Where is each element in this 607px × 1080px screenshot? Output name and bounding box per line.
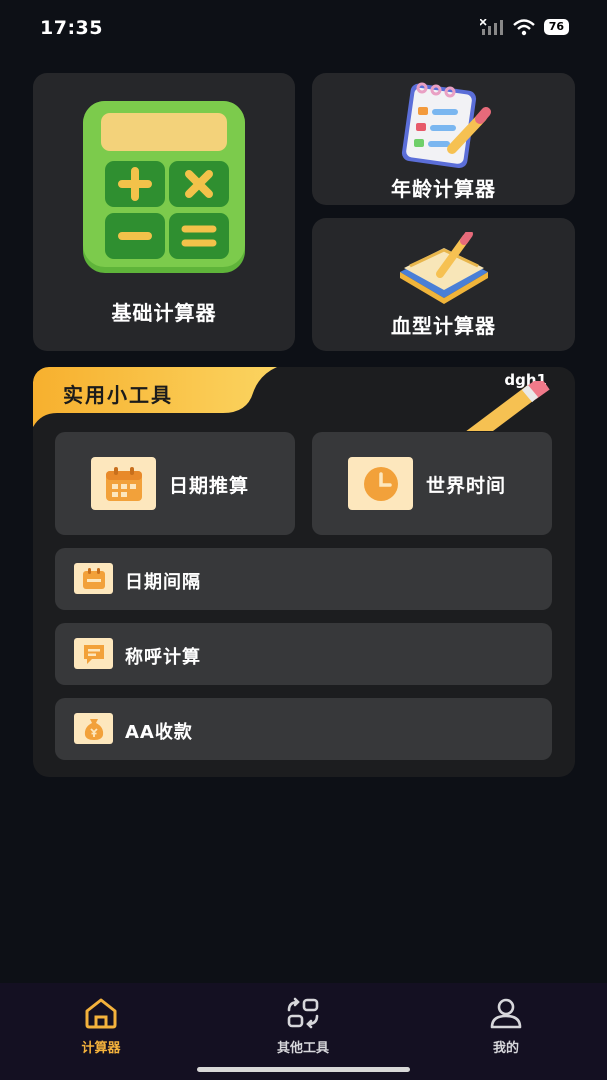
world-time-icon-box — [348, 457, 413, 510]
clock-icon — [363, 466, 398, 501]
home-icon — [85, 998, 117, 1029]
message-icon — [83, 644, 104, 664]
battery-indicator: 76 — [543, 19, 569, 35]
basic-calculator-label: 基础计算器 — [111, 301, 217, 325]
age-calculator-card[interactable]: 年龄计算器 — [312, 73, 575, 205]
swap-icon — [287, 997, 319, 1029]
basic-calculator-card[interactable]: 基础计算器 — [33, 73, 295, 351]
pencil-icon — [466, 381, 550, 431]
bottom-nav: 计算器 其他工具 我的 — [0, 983, 607, 1080]
kinship-calculation-label: 称呼计算 — [125, 647, 201, 668]
aa-payment-label: AA收款 — [125, 722, 193, 743]
notebook-pencil-icon — [400, 232, 488, 304]
signal-icon — [479, 19, 503, 35]
blood-type-calculator-label: 血型计算器 — [391, 314, 496, 338]
home-indicator[interactable] — [197, 1067, 410, 1072]
nav-tab-calculator[interactable]: 计算器 — [46, 997, 156, 1056]
aa-payment-row[interactable]: AA收款 — [55, 698, 552, 760]
age-calculator-label: 年龄计算器 — [391, 177, 496, 201]
status-icons: 76 — [479, 18, 569, 36]
tools-panel: 实用小工具 dgh1 日期推算 世界时间 日期间隔 称呼计算 AA收款 — [33, 367, 575, 777]
world-time-label: 世界时间 — [426, 475, 507, 497]
world-time-tile[interactable]: 世界时间 — [312, 432, 552, 535]
app-screen: 17:35 76 基础计算器 年龄计算器 血型计算器 实用小工具 dgh1 日期… — [0, 0, 607, 1080]
nav-tab-other-tools[interactable]: 其他工具 — [248, 997, 358, 1056]
date-calculation-icon-box — [91, 457, 156, 510]
money-bag-icon — [84, 718, 103, 740]
calculator-icon — [83, 101, 245, 273]
wifi-icon — [512, 19, 535, 36]
blood-type-calculator-card[interactable]: 血型计算器 — [312, 218, 575, 351]
calendar-small-icon — [82, 567, 105, 589]
kinship-calculation-row[interactable]: 称呼计算 — [55, 623, 552, 685]
nav-other-tools-label: 其他工具 — [276, 1041, 329, 1056]
calendar-icon — [105, 466, 142, 501]
aa-payment-icon-box — [74, 713, 113, 744]
user-icon — [490, 998, 522, 1029]
date-interval-row[interactable]: 日期间隔 — [55, 548, 552, 610]
date-calculation-label: 日期推算 — [169, 475, 250, 497]
date-calculation-tile[interactable]: 日期推算 — [55, 432, 295, 535]
nav-calculator-label: 计算器 — [81, 1041, 121, 1056]
status-bar: 17:35 76 — [0, 0, 607, 56]
status-time: 17:35 — [40, 17, 103, 39]
date-interval-icon-box — [74, 563, 113, 594]
kinship-calculation-icon-box — [74, 638, 113, 669]
nav-mine-label: 我的 — [492, 1041, 519, 1056]
tools-title: 实用小工具 — [63, 383, 173, 407]
nav-tab-mine[interactable]: 我的 — [451, 997, 561, 1056]
date-interval-label: 日期间隔 — [125, 572, 201, 593]
notepad-icon — [401, 82, 491, 169]
